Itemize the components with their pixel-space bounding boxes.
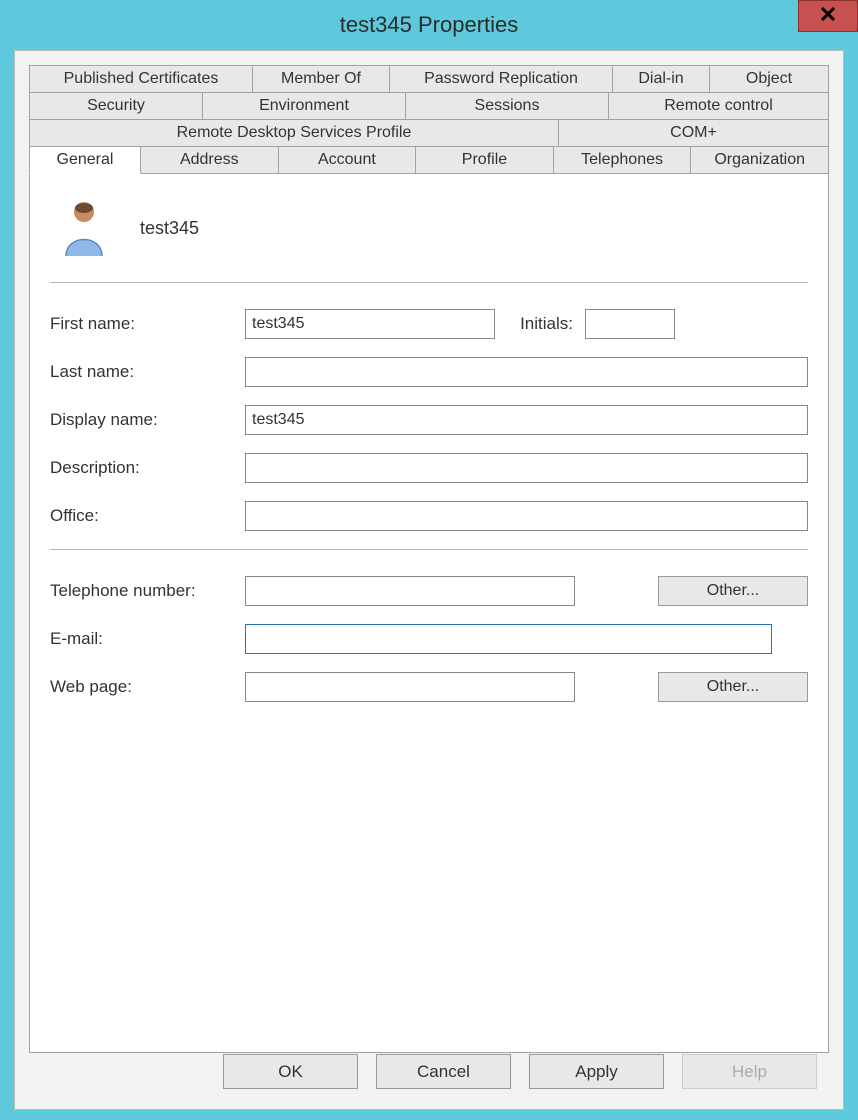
initials-input[interactable] [585,309,675,339]
titlebar: test345 Properties [14,0,844,50]
user-header: test345 [50,186,808,278]
webpage-input[interactable] [245,672,575,702]
tab-object[interactable]: Object [709,65,829,93]
tab-remote-desktop-services-profile[interactable]: Remote Desktop Services Profile [29,119,559,147]
office-input[interactable] [245,501,808,531]
last-name-input[interactable] [245,357,808,387]
email-input[interactable] [245,624,772,654]
initials-label: Initials: [495,314,585,334]
first-name-input[interactable] [245,309,495,339]
cancel-button[interactable]: Cancel [376,1054,511,1089]
last-name-label: Last name: [50,362,245,382]
separator [50,282,808,283]
tab-general[interactable]: General [29,146,141,174]
tab-dial-in[interactable]: Dial-in [612,65,710,93]
close-button[interactable] [798,0,858,32]
email-label: E-mail: [50,629,245,649]
tab-published-certificates[interactable]: Published Certificates [29,65,253,93]
tab-profile[interactable]: Profile [415,146,554,174]
telephone-input[interactable] [245,576,575,606]
tab-environment[interactable]: Environment [202,92,406,120]
last-name-row: Last name: [50,357,808,387]
tab-com-plus[interactable]: COM+ [558,119,829,147]
separator [50,549,808,550]
telephone-label: Telephone number: [50,581,245,601]
telephone-other-button[interactable]: Other... [658,576,808,606]
tab-telephones[interactable]: Telephones [553,146,692,174]
tab-organization[interactable]: Organization [690,146,829,174]
close-icon [821,7,835,25]
first-name-label: First name: [50,314,245,334]
webpage-row: Web page: Other... [50,672,808,702]
description-label: Description: [50,458,245,478]
properties-window: test345 Properties Published Certificate… [0,0,858,1120]
tab-remote-control[interactable]: Remote control [608,92,829,120]
window-title: test345 Properties [340,12,519,38]
tab-security[interactable]: Security [29,92,203,120]
tab-member-of[interactable]: Member Of [252,65,390,93]
username-display: test345 [140,218,199,239]
button-bar: OK Cancel Apply Help [15,1054,843,1089]
tab-password-replication[interactable]: Password Replication [389,65,613,93]
webpage-label: Web page: [50,677,245,697]
dialog-pane: Published Certificates Member Of Passwor… [14,50,844,1110]
telephone-row: Telephone number: Other... [50,576,808,606]
display-name-label: Display name: [50,410,245,430]
ok-button[interactable]: OK [223,1054,358,1089]
tab-address[interactable]: Address [140,146,279,174]
general-panel: test345 First name: Initials: Last name:… [29,173,829,1053]
user-icon [58,196,110,260]
help-button[interactable]: Help [682,1054,817,1089]
display-name-row: Display name: [50,405,808,435]
tab-strip: Published Certificates Member Of Passwor… [29,65,829,174]
office-row: Office: [50,501,808,531]
email-row: E-mail: [50,624,808,654]
display-name-input[interactable] [245,405,808,435]
description-input[interactable] [245,453,808,483]
tab-sessions[interactable]: Sessions [405,92,609,120]
first-name-row: First name: Initials: [50,309,808,339]
office-label: Office: [50,506,245,526]
tab-account[interactable]: Account [278,146,417,174]
webpage-other-button[interactable]: Other... [658,672,808,702]
apply-button[interactable]: Apply [529,1054,664,1089]
description-row: Description: [50,453,808,483]
